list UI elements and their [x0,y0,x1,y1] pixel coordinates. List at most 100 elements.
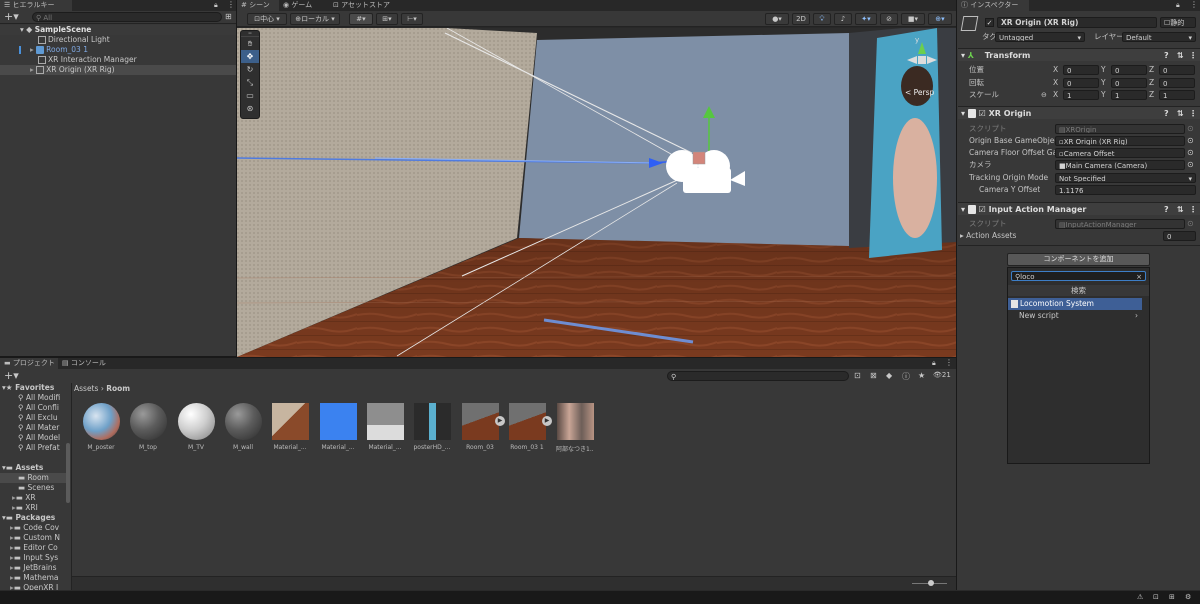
assets-header[interactable]: ▾▬ Assets [2,463,43,473]
hierarchy-item-directional-light[interactable]: Directional Light [38,35,110,45]
scale-z-field[interactable]: 1 [1159,90,1195,100]
snap-increment-button[interactable]: ⊞▾ [376,13,398,25]
favorite-item[interactable]: ⚲ All Prefat [18,443,60,453]
search-options-icon[interactable]: ⊞ [225,12,232,21]
scale-tool-icon[interactable]: ⤡ [241,76,259,89]
hierarchy-item-xr-interaction-manager[interactable]: XR Interaction Manager [38,55,137,65]
search-by-label-icon[interactable]: ⊠ [870,371,877,380]
add-component-button[interactable]: コンポーネントを追加 [1007,253,1150,266]
folder-item-xri[interactable]: ▸▬ XRI [0,503,66,513]
enabled-checkbox[interactable]: ☑ [979,109,986,118]
lock-icon[interactable]: 🔒︎ [932,359,936,368]
asset-item[interactable]: posterHD_... [413,403,451,451]
preset-icon[interactable]: ⇅ [1177,107,1184,120]
effects-button[interactable]: ✦▾ [855,13,877,25]
favorite-item[interactable]: ⚲ All Model [18,433,60,443]
axis-label-z[interactable]: Z [1149,64,1154,76]
position-y-field[interactable]: 0 [1111,65,1147,75]
favorite-item[interactable]: ⚲ All Modifi [18,393,60,403]
asset-item[interactable]: ▶ Room_03 1 [508,403,552,451]
expand-prefab-icon[interactable]: ▶ [495,416,505,426]
axis-label-z[interactable]: Z [1149,89,1154,101]
tab-inspector[interactable]: ⓘ インスペクター [957,0,1029,11]
component-menu-icon[interactable]: ⋮ [1189,107,1197,120]
scale-y-field[interactable]: 1 [1111,90,1147,100]
search-by-type-icon[interactable]: ⊡ [854,371,861,380]
active-checkbox[interactable]: ✓ [985,18,994,27]
hierarchy-search-input[interactable]: ⚲ All [32,12,222,22]
tab-project[interactable]: ▬ プロジェクト [0,358,58,369]
add-icon[interactable]: +▾ [4,11,19,23]
tag-icon[interactable]: ◆ [886,371,892,380]
project-search-input[interactable]: ⚲ [667,371,849,381]
axis-label-z[interactable]: Z [1149,77,1154,89]
object-picker-icon[interactable]: ⊙ [1187,136,1194,145]
favorite-item[interactable]: ⚲ All Mater [18,423,59,433]
transform-tool-icon[interactable]: ⊛ [241,102,259,115]
rotation-y-field[interactable]: 0 [1111,78,1147,88]
expand-arrow-icon[interactable]: ▸ [30,65,34,74]
help-icon[interactable]: ? [1164,107,1169,120]
packages-header[interactable]: ▾▬ Packages [2,513,55,523]
move-tool-icon[interactable]: ✥ [241,50,259,63]
scene-viewport[interactable] [237,28,956,357]
asset-item[interactable]: Material_... [319,403,357,451]
grid-snap-button[interactable]: #▾ [349,13,373,25]
hand-tool-icon[interactable]: ✋︎ [241,37,259,50]
asset-item[interactable]: ▶ Room_03 [461,403,505,451]
object-picker-icon[interactable]: ⊙ [1187,160,1194,169]
expand-prefab-icon[interactable]: ▶ [542,416,552,426]
layer-dropdown[interactable]: Default ▾ [1122,32,1196,42]
shading-mode-button[interactable]: ●▾ [765,13,789,25]
help-icon[interactable]: ? [1164,203,1169,216]
mode-2d-button[interactable]: 2D [792,13,810,25]
hierarchy-item-room[interactable]: ▸ Room_03 1 [19,45,88,55]
visibility-button[interactable]: ⊘ [880,13,898,25]
asset-item[interactable]: M_poster [82,403,120,451]
action-assets-count-field[interactable]: 0 [1163,231,1196,241]
folder-item-room[interactable]: ▬ Room [0,473,66,483]
axis-label-x[interactable]: X [1053,77,1058,89]
folder-item-scenes[interactable]: ▬ Scenes [0,483,66,493]
slider-handle[interactable] [928,580,934,586]
more-menu-icon[interactable]: ⋮ [945,358,953,367]
preset-icon[interactable]: ⇅ [1177,49,1184,62]
link-scale-icon[interactable]: ⊖ [1041,91,1047,99]
rotation-z-field[interactable]: 0 [1159,78,1195,88]
scene-root-row[interactable]: ▾ ◆ SampleScene [0,25,236,35]
result-locomotion-system[interactable]: Locomotion System [1008,298,1142,310]
tab-scene[interactable]: # シーン [237,0,279,11]
position-z-field[interactable]: 0 [1159,65,1195,75]
orientation-gizmo[interactable]: y [891,34,951,84]
asset-item[interactable]: M_TV [177,403,215,451]
audio-button[interactable]: ♪ [834,13,852,25]
object-picker-icon[interactable]: ⊙ [1187,219,1194,228]
package-item[interactable]: ▸▬ Mathema [10,573,66,583]
ruler-button[interactable]: ⊢▾ [401,13,423,25]
tab-game[interactable]: ◉ ゲーム [279,0,329,11]
add-icon[interactable]: +▾ [4,370,19,382]
breadcrumb-current[interactable]: Room [106,384,130,393]
notification-icon[interactable]: ⚠︎ [1137,593,1143,601]
camera-field[interactable]: ■Main Camera (Camera) [1055,160,1185,170]
camera-settings-button[interactable]: ■▾ [901,13,925,25]
asset-item[interactable]: M_top [129,403,167,451]
debug-icon[interactable]: ⚙︎ [1185,593,1191,601]
axis-label-x[interactable]: X [1053,89,1058,101]
axis-label-y[interactable]: Y [1101,89,1106,101]
transform-header[interactable]: ▾ ⅄ Transform ? ⇅ ⋮ [958,48,1200,61]
hidden-packages-icon[interactable]: 👁︎21 [933,371,951,379]
more-menu-icon[interactable]: ⋮ [1190,0,1198,9]
tab-console[interactable]: ▤ コンソール [58,358,118,369]
package-item[interactable]: ▸▬ JetBrains [10,563,66,573]
axis-label-x[interactable]: X [1053,64,1058,76]
lock-icon[interactable]: 🔒︎ [214,1,218,10]
expand-arrow-icon[interactable]: ▾ [20,25,24,34]
progress-icon[interactable]: ⊞ [1169,593,1175,601]
axis-label-y[interactable]: Y [1101,77,1106,89]
star-icon[interactable]: ★ [918,371,925,380]
gizmos-button[interactable]: ⊕▾ [928,13,952,25]
origin-base-field[interactable]: ▫XR Origin (XR Rig) [1055,136,1185,146]
result-new-script[interactable]: New script › [1008,310,1142,322]
xr-origin-header[interactable]: ▾ ☑ XR Origin ? ⇅ ⋮ [958,106,1200,119]
